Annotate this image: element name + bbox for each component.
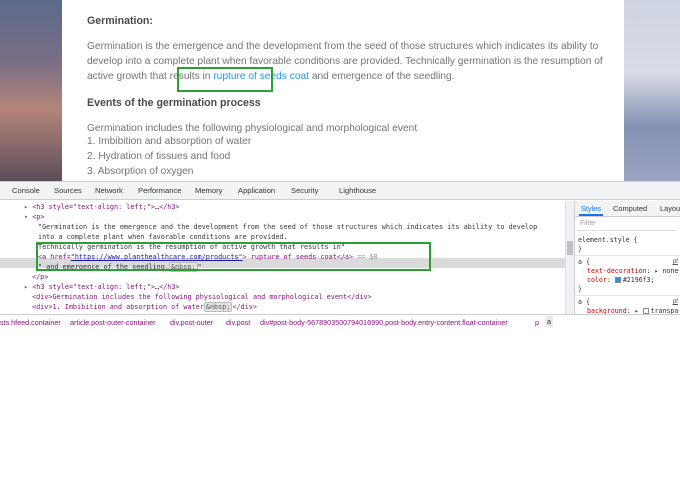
elements-scrollbar[interactable] bbox=[565, 201, 574, 314]
rule-selector[interactable]: a { bbox=[578, 258, 590, 266]
divider bbox=[575, 295, 680, 296]
tab-computed[interactable]: Computed bbox=[613, 204, 647, 213]
tab-styles[interactable]: Styles bbox=[578, 204, 604, 216]
scrollbar-thumb[interactable] bbox=[567, 241, 573, 255]
list-item: 2. Hydration of tissues and food bbox=[87, 151, 231, 162]
breadcrumb-item-selected[interactable]: a bbox=[545, 316, 553, 327]
tab-layout[interactable]: Layout bbox=[660, 204, 680, 213]
breadcrumb-item[interactable]: article.post-outer-container bbox=[70, 318, 156, 327]
tree-node-div[interactable]: <div>1. Imbibition and absorption of wat… bbox=[32, 302, 257, 312]
css-declaration[interactable]: background: ▸ transpa bbox=[587, 307, 678, 314]
tree-node-h3[interactable]: ▸ <h3 style="text-align: left;">…</h3> bbox=[24, 203, 180, 211]
tab-performance[interactable]: Performance bbox=[138, 186, 181, 195]
article-content: Germination: Germination is the emergenc… bbox=[62, 0, 624, 181]
tab-memory[interactable]: Memory bbox=[195, 186, 222, 195]
highlight-box-devtools bbox=[36, 242, 431, 271]
stylesheet-link[interactable]: pf bbox=[673, 258, 679, 265]
tree-node-div[interactable]: <div>Germination includes the following … bbox=[32, 293, 372, 301]
highlight-box-link bbox=[177, 67, 273, 92]
paragraph-events: Germination includes the following physi… bbox=[87, 123, 418, 134]
tree-node-p[interactable]: ▾ <p> bbox=[24, 213, 44, 221]
expand-arrow-icon[interactable]: ▸ bbox=[24, 283, 28, 291]
stylesheet-link[interactable]: pf bbox=[673, 298, 679, 305]
expand-arrow-icon[interactable]: ▸ bbox=[24, 203, 28, 211]
divider bbox=[575, 255, 680, 256]
rule-close-brace: } bbox=[578, 285, 582, 293]
css-declaration[interactable]: color: #2196f3; bbox=[587, 276, 655, 284]
heading-events: Events of the germination process bbox=[87, 97, 261, 109]
styles-filter-input[interactable]: Filter bbox=[577, 220, 677, 231]
tree-text-node[interactable]: into a complete plant when favorable con… bbox=[38, 233, 288, 241]
heading-germination: Germination: bbox=[87, 15, 153, 27]
list-item: 1. Imbibition and absorption of water bbox=[87, 136, 252, 147]
nbsp-badge: &nbsp; bbox=[203, 302, 233, 312]
tab-security[interactable]: Security bbox=[291, 186, 318, 195]
tree-text-node[interactable]: "Germination is the emergence and the de… bbox=[38, 223, 537, 231]
breadcrumb-item[interactable]: div#post-body-5678903500794016990.post-b… bbox=[260, 318, 508, 327]
breadcrumb-item[interactable]: div.post-outer bbox=[170, 318, 213, 327]
color-swatch-icon[interactable] bbox=[614, 277, 621, 283]
breadcrumb-item[interactable]: p bbox=[535, 318, 539, 327]
paragraph-text-after: and emergence of the seedling. bbox=[309, 71, 455, 82]
tab-sources[interactable]: Sources bbox=[54, 186, 82, 195]
paragraph-germination: Germination is the emergence and the dev… bbox=[87, 39, 607, 84]
css-declaration[interactable]: text-decoration: ▸ none bbox=[587, 267, 678, 275]
background-image-left bbox=[0, 0, 62, 181]
element-style-rule[interactable]: element.style { bbox=[578, 236, 638, 244]
collapse-arrow-icon[interactable]: ▾ bbox=[24, 213, 28, 221]
tree-node-p-close[interactable]: </p> bbox=[32, 273, 48, 281]
devtools-tabbar: Console Sources Network Performance Memo… bbox=[0, 182, 680, 200]
background-image-right bbox=[624, 0, 680, 181]
tree-node-h3[interactable]: ▸ <h3 style="text-align: left;">…</h3> bbox=[24, 283, 180, 291]
breadcrumb-item[interactable]: sts.hfeed.container bbox=[0, 318, 61, 327]
rule-close-brace: } bbox=[578, 245, 582, 253]
web-page: Germination: Germination is the emergenc… bbox=[0, 0, 680, 181]
tab-application[interactable]: Application bbox=[238, 186, 275, 195]
breadcrumb-item[interactable]: div.post bbox=[226, 318, 250, 327]
tab-network[interactable]: Network bbox=[95, 186, 123, 195]
list-item: 3. Absorption of oxygen bbox=[87, 166, 194, 177]
tab-console[interactable]: Console bbox=[12, 186, 40, 195]
rule-selector[interactable]: a { bbox=[578, 298, 590, 306]
tab-lighthouse[interactable]: Lighthouse bbox=[339, 186, 376, 195]
styles-pane: Styles Computed Layout Filter element.st… bbox=[574, 201, 680, 314]
styles-tabbar: Styles Computed Layout bbox=[575, 201, 680, 217]
breadcrumb: sts.hfeed.container article.post-outer-c… bbox=[0, 314, 680, 328]
